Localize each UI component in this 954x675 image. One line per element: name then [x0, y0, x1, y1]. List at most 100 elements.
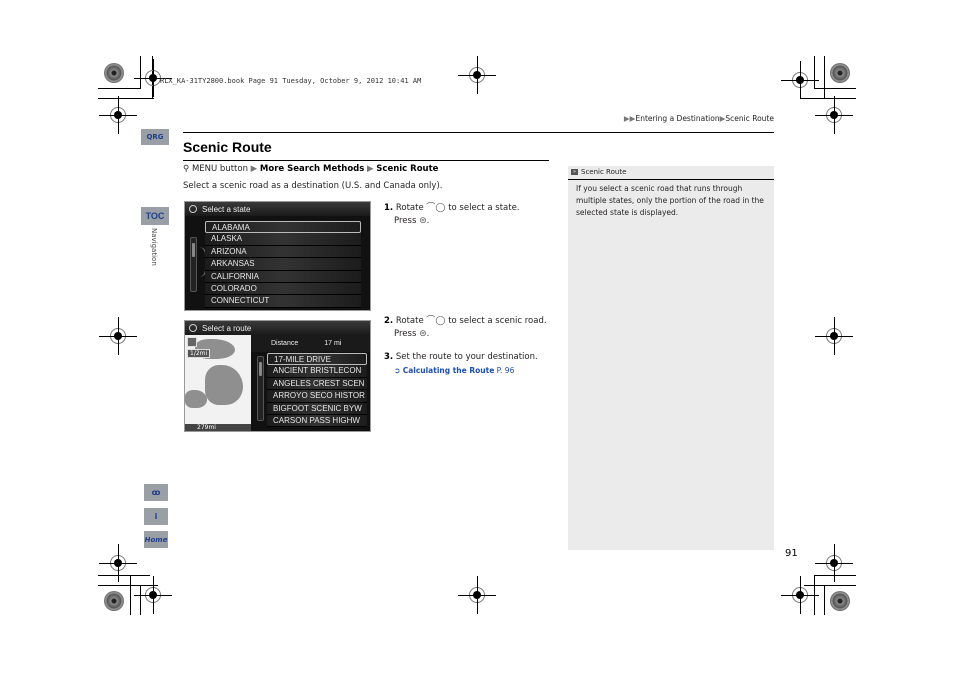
crop-mark	[98, 585, 158, 586]
distance-value: 17 mi	[324, 340, 342, 347]
list-item: CARSON PASS HIGHW	[267, 414, 367, 428]
interface-dial-rotate-icon: ⌒◯	[426, 203, 446, 213]
list-item: 17-MILE DRIVE	[267, 353, 367, 366]
info-icon[interactable]: i	[144, 508, 168, 525]
step-text: Set the route to your destination.	[395, 352, 538, 362]
step-number: 3.	[384, 352, 394, 362]
list-item: ARIZONA	[205, 245, 361, 259]
map-distance: 279mi	[185, 424, 251, 431]
link-text[interactable]: Calculating the Route	[403, 366, 495, 375]
north-arrow-icon[interactable]	[187, 337, 197, 347]
registration-mark	[815, 317, 853, 355]
route-map: 1/2mi 279mi	[185, 335, 251, 431]
crop-mark	[98, 98, 154, 99]
interface-dial-rotate-icon: ⌒◯	[426, 316, 446, 326]
breadcrumb-section[interactable]: Entering a Destination	[635, 114, 719, 123]
crop-mark	[98, 88, 140, 89]
crop-mark	[804, 585, 856, 586]
registration-disc	[830, 591, 850, 611]
cross-reference-icon: ➲	[394, 366, 401, 375]
step-3: 3. Set the route to your destination. ➲ …	[384, 351, 538, 377]
note-title: Scenic Route	[581, 167, 627, 176]
step-text: Press	[394, 216, 417, 226]
breadcrumb: ▶▶Entering a Destination▶Scenic Route	[624, 114, 774, 123]
chapter-label: Navigation	[150, 228, 158, 266]
step-text: to select a state.	[448, 203, 520, 213]
list-item: ANGELES CREST SCEN	[267, 377, 367, 391]
menu-path-start: MENU button	[191, 164, 248, 174]
toc-tab[interactable]: TOC	[141, 207, 169, 225]
step-text: Rotate	[395, 203, 424, 213]
registration-mark	[781, 576, 819, 614]
home-icon	[189, 324, 197, 332]
title-rule	[183, 160, 549, 161]
interface-dial-press-icon: ⊜	[419, 216, 427, 226]
menu-path: ⚲ MENU button ▶ More Search Methods ▶ Sc…	[183, 164, 438, 174]
step-text: to select a scenic road.	[448, 316, 547, 326]
crop-mark	[824, 585, 825, 615]
crop-mark	[814, 575, 856, 576]
intro-text: Select a scenic road as a destination (U…	[183, 181, 443, 191]
registration-mark	[134, 59, 172, 97]
home-icon	[189, 205, 197, 213]
registration-mark	[134, 576, 172, 614]
page-number: 91	[785, 548, 798, 559]
crop-mark	[814, 56, 815, 89]
list-item: ALABAMA	[205, 221, 361, 234]
registration-mark	[815, 544, 853, 582]
qrg-tab[interactable]: QRG	[141, 129, 169, 145]
menu-path-step1: More Search Methods	[259, 164, 365, 174]
registration-mark	[99, 317, 137, 355]
crop-mark	[140, 56, 141, 89]
print-metadata: RLX_KA-31TY2800.book Page 91 Tuesday, Oc…	[160, 77, 422, 85]
crop-mark	[814, 88, 856, 89]
interface-dial-press-icon: ⊜	[419, 329, 427, 339]
screen-title: Select a state	[202, 204, 251, 214]
state-list: ALABAMA ALASKA ARIZONA ARKANSAS CALIFORN…	[205, 221, 361, 308]
distance-bar: Distance 17 mi	[251, 335, 370, 352]
cross-reference-link[interactable]: ➲ Calculating the Route P. 96	[384, 364, 538, 377]
step-number: 1.	[384, 203, 394, 213]
list-item: ARKANSAS	[205, 258, 361, 271]
screen-title: Select a route	[202, 323, 252, 333]
list-item: CALIFORNIA	[205, 270, 361, 283]
step-1: 1. Rotate ⌒◯ to select a state. Press ⊜.	[384, 203, 520, 226]
list-item: ALASKA	[205, 233, 361, 246]
map-landmass	[185, 390, 207, 408]
registration-disc	[830, 63, 850, 83]
link-page[interactable]: P. 96	[497, 366, 515, 375]
home-icon[interactable]: Home	[144, 531, 168, 548]
distance-label: Distance	[271, 340, 299, 347]
arrow-icon: ▶	[367, 164, 374, 174]
registration-mark	[458, 56, 496, 94]
map-landmass	[205, 365, 243, 405]
registration-mark	[99, 96, 137, 134]
crop-mark	[140, 585, 141, 615]
registration-mark	[99, 544, 137, 582]
note-header: » Scenic Route	[568, 166, 774, 180]
registration-disc	[104, 591, 124, 611]
breadcrumb-current: Scenic Route	[725, 114, 774, 123]
registration-mark	[815, 96, 853, 134]
menu-path-step2: Scenic Route	[376, 164, 439, 174]
menu-button-icon: ⚲	[183, 164, 190, 174]
list-item: COLORADO	[205, 282, 361, 296]
map-scale: 1/2mi	[187, 349, 211, 358]
scrollbar	[190, 237, 197, 292]
side-note: » Scenic Route If you select a scenic ro…	[568, 166, 774, 550]
note-icon: »	[571, 168, 578, 175]
list-item: ARROYO SECO HISTOR	[267, 390, 367, 403]
registration-mark	[458, 576, 496, 614]
voice-command-icon[interactable]: ꝏ	[144, 484, 168, 501]
select-route-screenshot: Select a route 1/2mi 279mi Distance 17 m…	[184, 320, 371, 432]
step-text: Rotate	[395, 316, 424, 326]
arrow-icon: ▶	[250, 164, 258, 174]
registration-disc	[104, 63, 124, 83]
crop-mark	[98, 575, 150, 576]
crop-mark	[130, 575, 131, 615]
header-rule	[183, 132, 774, 133]
scrollbar	[257, 356, 264, 421]
breadcrumb-arrows: ▶▶	[623, 114, 636, 123]
list-item: ANCIENT BRISTLECON	[267, 365, 367, 378]
note-body: If you select a scenic road that runs th…	[576, 184, 764, 217]
